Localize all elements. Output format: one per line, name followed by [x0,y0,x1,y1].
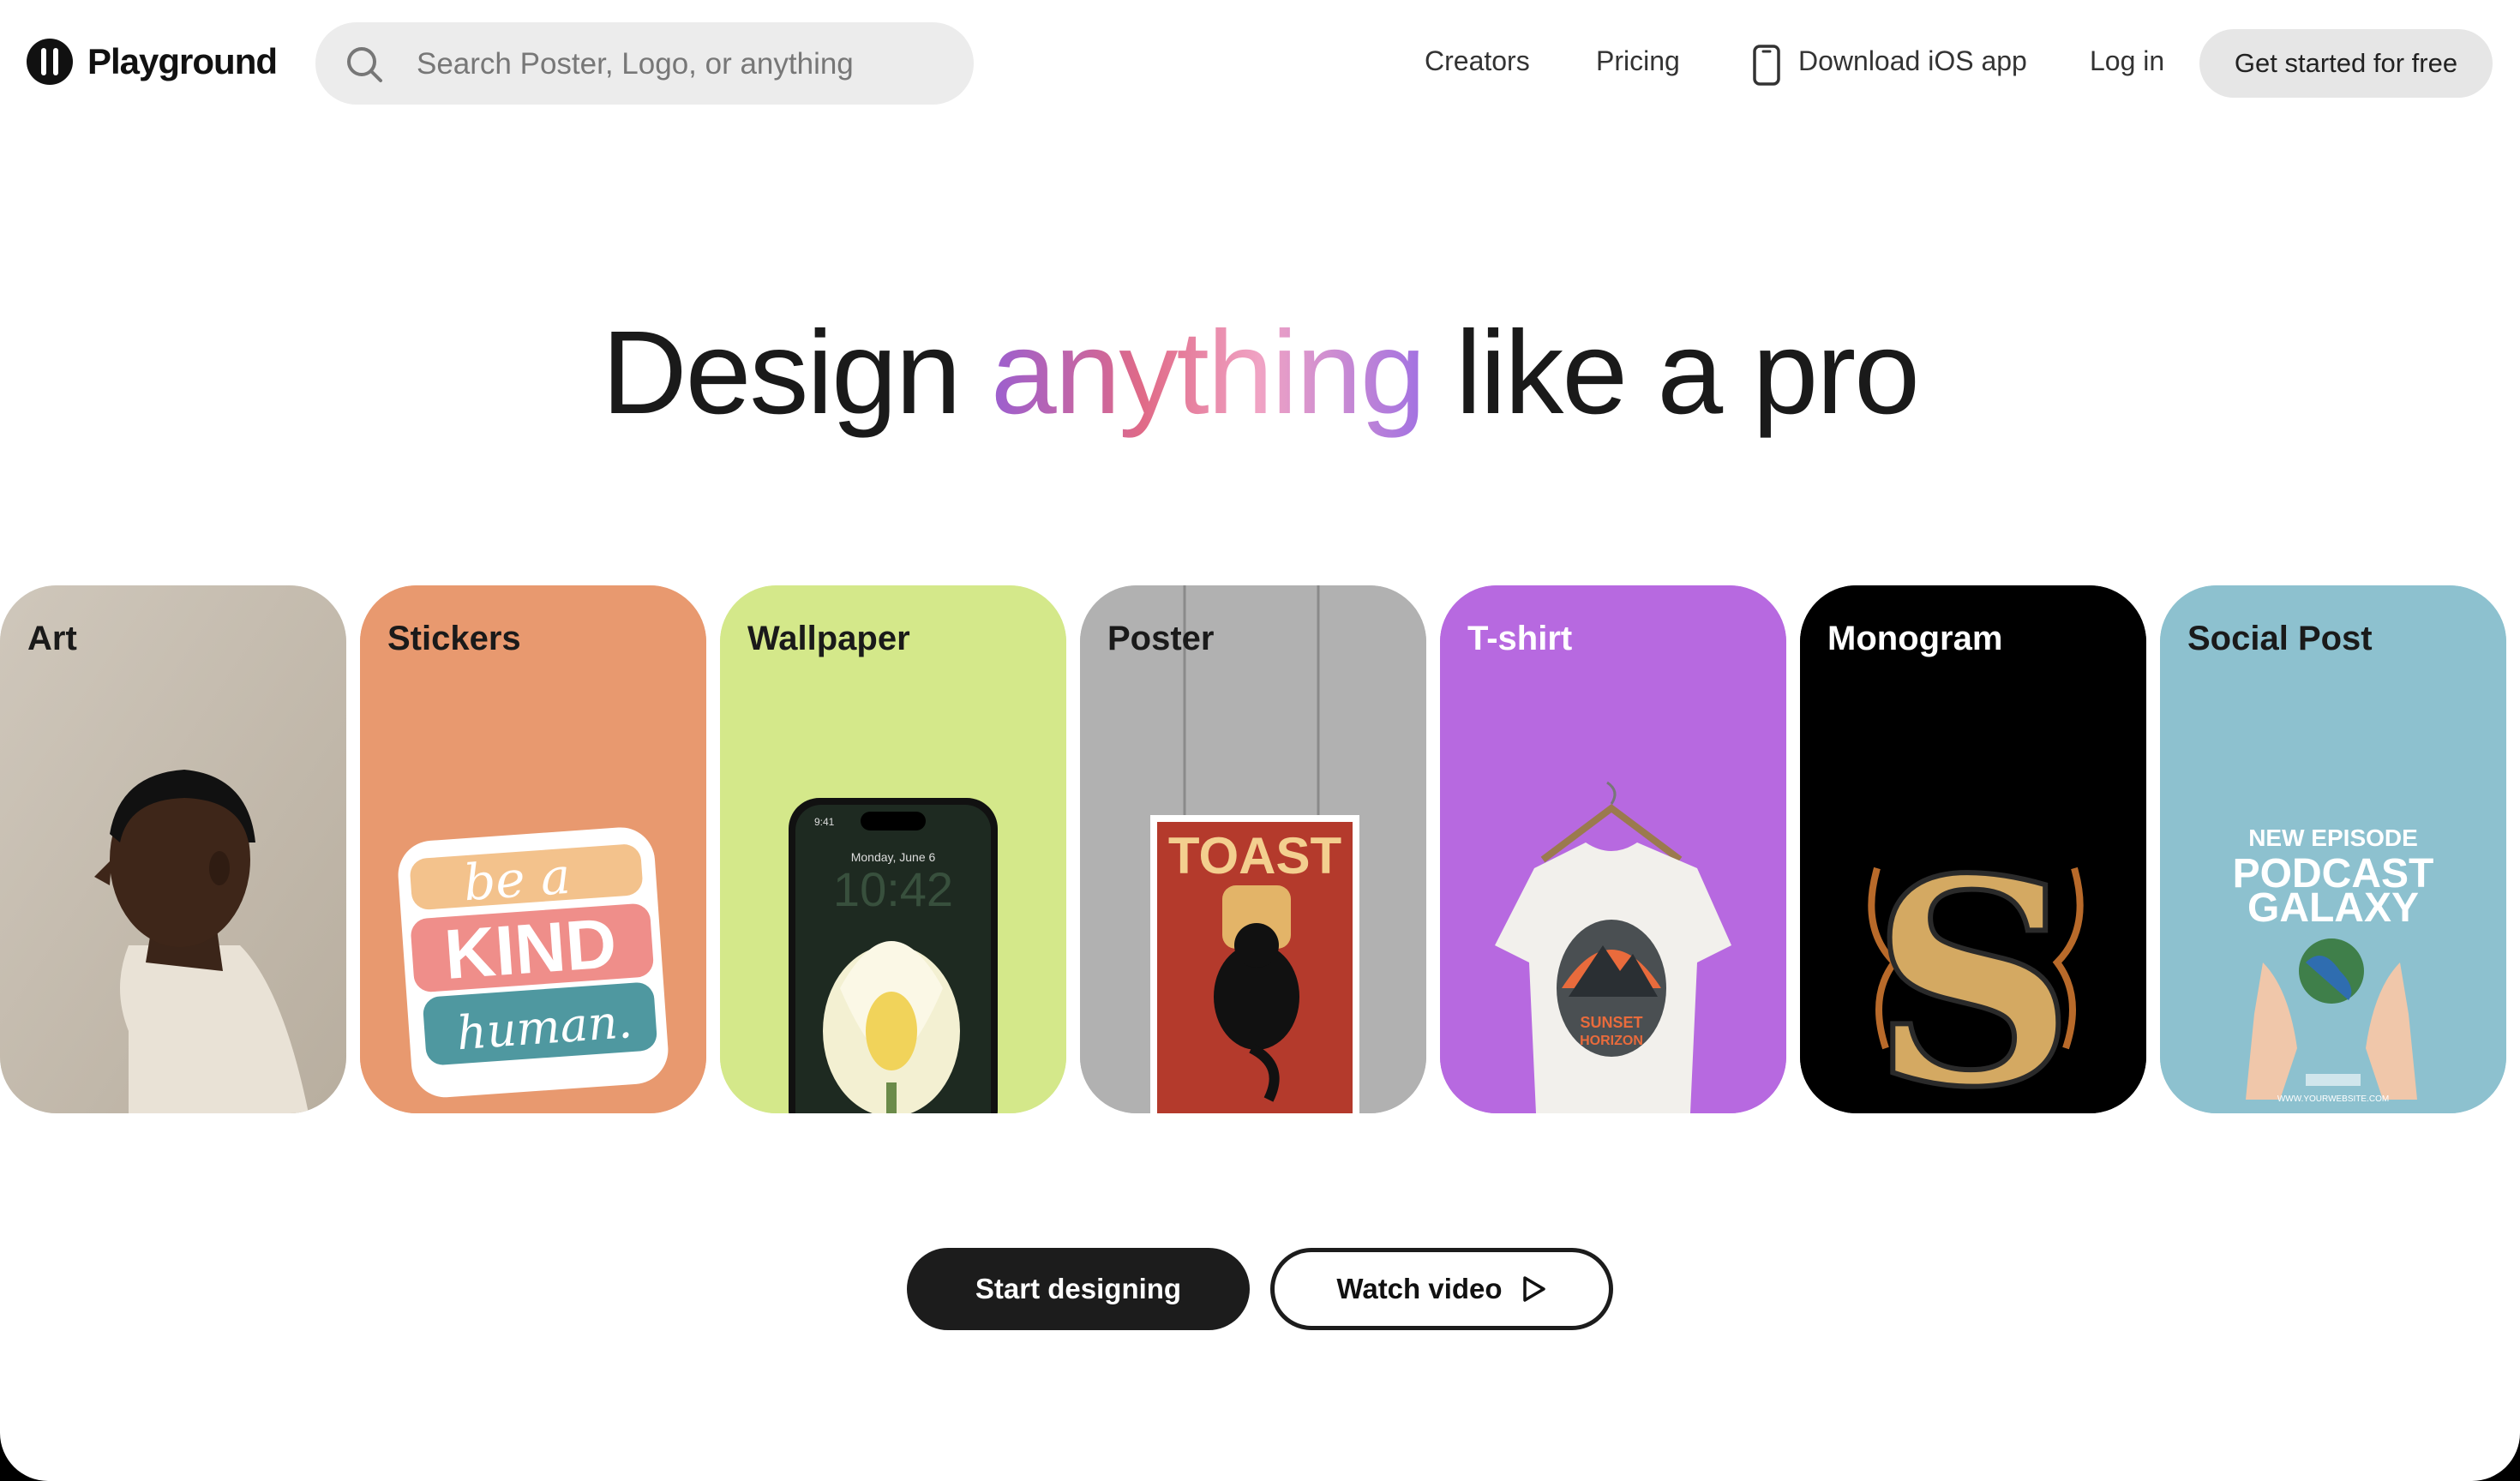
wallpaper-illustration: 9:41 Monday, June 6 10:42 [720,585,1066,1113]
card-label: Monogram [1827,620,2003,657]
tshirt-text-1: SUNSET [1580,1014,1642,1031]
category-card-art[interactable]: Art [0,585,346,1113]
portrait-illustration [0,585,346,1113]
category-card-stickers[interactable]: be a KIND human. Stickers [360,585,706,1113]
phone-time: 9:41 [814,816,835,828]
watch-video-label: Watch video [1336,1273,1503,1304]
sticker-line-1: be a [462,847,573,913]
brand-name: Playground [87,41,278,81]
poster-illustration: TOAST [1080,585,1426,1113]
search-icon [347,47,382,82]
social-footer: WWW.YOURWEBSITE.COM [2277,1094,2389,1104]
card-label: Wallpaper [747,620,910,657]
watch-video-button[interactable]: Watch video [1270,1248,1613,1330]
play-icon [1522,1276,1545,1302]
sticker-line-2: KIND [442,904,619,994]
social-line-1: NEW EPISODE [2248,824,2418,851]
hero-text-highlight: anything [990,307,1426,439]
nav-pricing[interactable]: Pricing [1596,45,1680,77]
poster-title: TOAST [1168,827,1341,884]
category-card-monogram[interactable]: S Monogram [1800,585,2146,1113]
card-label: T-shirt [1467,620,1573,657]
phone-clock: 10:42 [833,862,953,916]
nav-download-ios[interactable]: Download iOS app [1798,45,2027,77]
phone-icon [1753,45,1780,86]
hero-heading: Design anything like a pro [0,309,2520,437]
get-started-button[interactable]: Get started for free [2199,29,2493,98]
tshirt-illustration: SUNSET HORIZON [1440,585,1786,1113]
category-card-social-post[interactable]: NEW EPISODE PODCAST GALAXY WWW.YOURWEBSI… [2160,585,2506,1113]
category-card-tshirt[interactable]: SUNSET HORIZON T-shirt [1440,585,1786,1113]
social-post-illustration: NEW EPISODE PODCAST GALAXY WWW.YOURWEBSI… [2160,585,2506,1113]
search-bar[interactable] [315,22,974,105]
card-label: Social Post [2187,620,2373,657]
top-navigation: Playground Creators Pricing Download iOS… [0,0,2520,129]
card-label: Stickers [387,620,521,657]
brand-logo[interactable]: Playground [26,38,278,86]
hero-text-before: Design [602,307,991,439]
monogram-illustration: S [1800,585,2146,1113]
card-label: Art [27,620,77,657]
category-card-wallpaper[interactable]: 9:41 Monday, June 6 10:42 Wallpaper [720,585,1066,1113]
tshirt-text-2: HORIZON [1580,1034,1643,1048]
playground-logo-icon [27,39,73,85]
card-label: Poster [1107,620,1215,657]
sticker-illustration: be a KIND human. [360,585,706,1113]
search-input[interactable] [415,39,950,89]
category-card-poster[interactable]: TOAST Poster [1080,585,1426,1113]
hero-text-after: like a pro [1424,307,1920,439]
nav-login[interactable]: Log in [2090,45,2164,77]
social-line-3: GALAXY [2247,885,2419,931]
monogram-letter: S [1871,817,2075,1113]
nav-creators[interactable]: Creators [1425,45,1530,77]
start-designing-button[interactable]: Start designing [907,1248,1250,1330]
landing-page: Playground Creators Pricing Download iOS… [0,0,2520,1481]
